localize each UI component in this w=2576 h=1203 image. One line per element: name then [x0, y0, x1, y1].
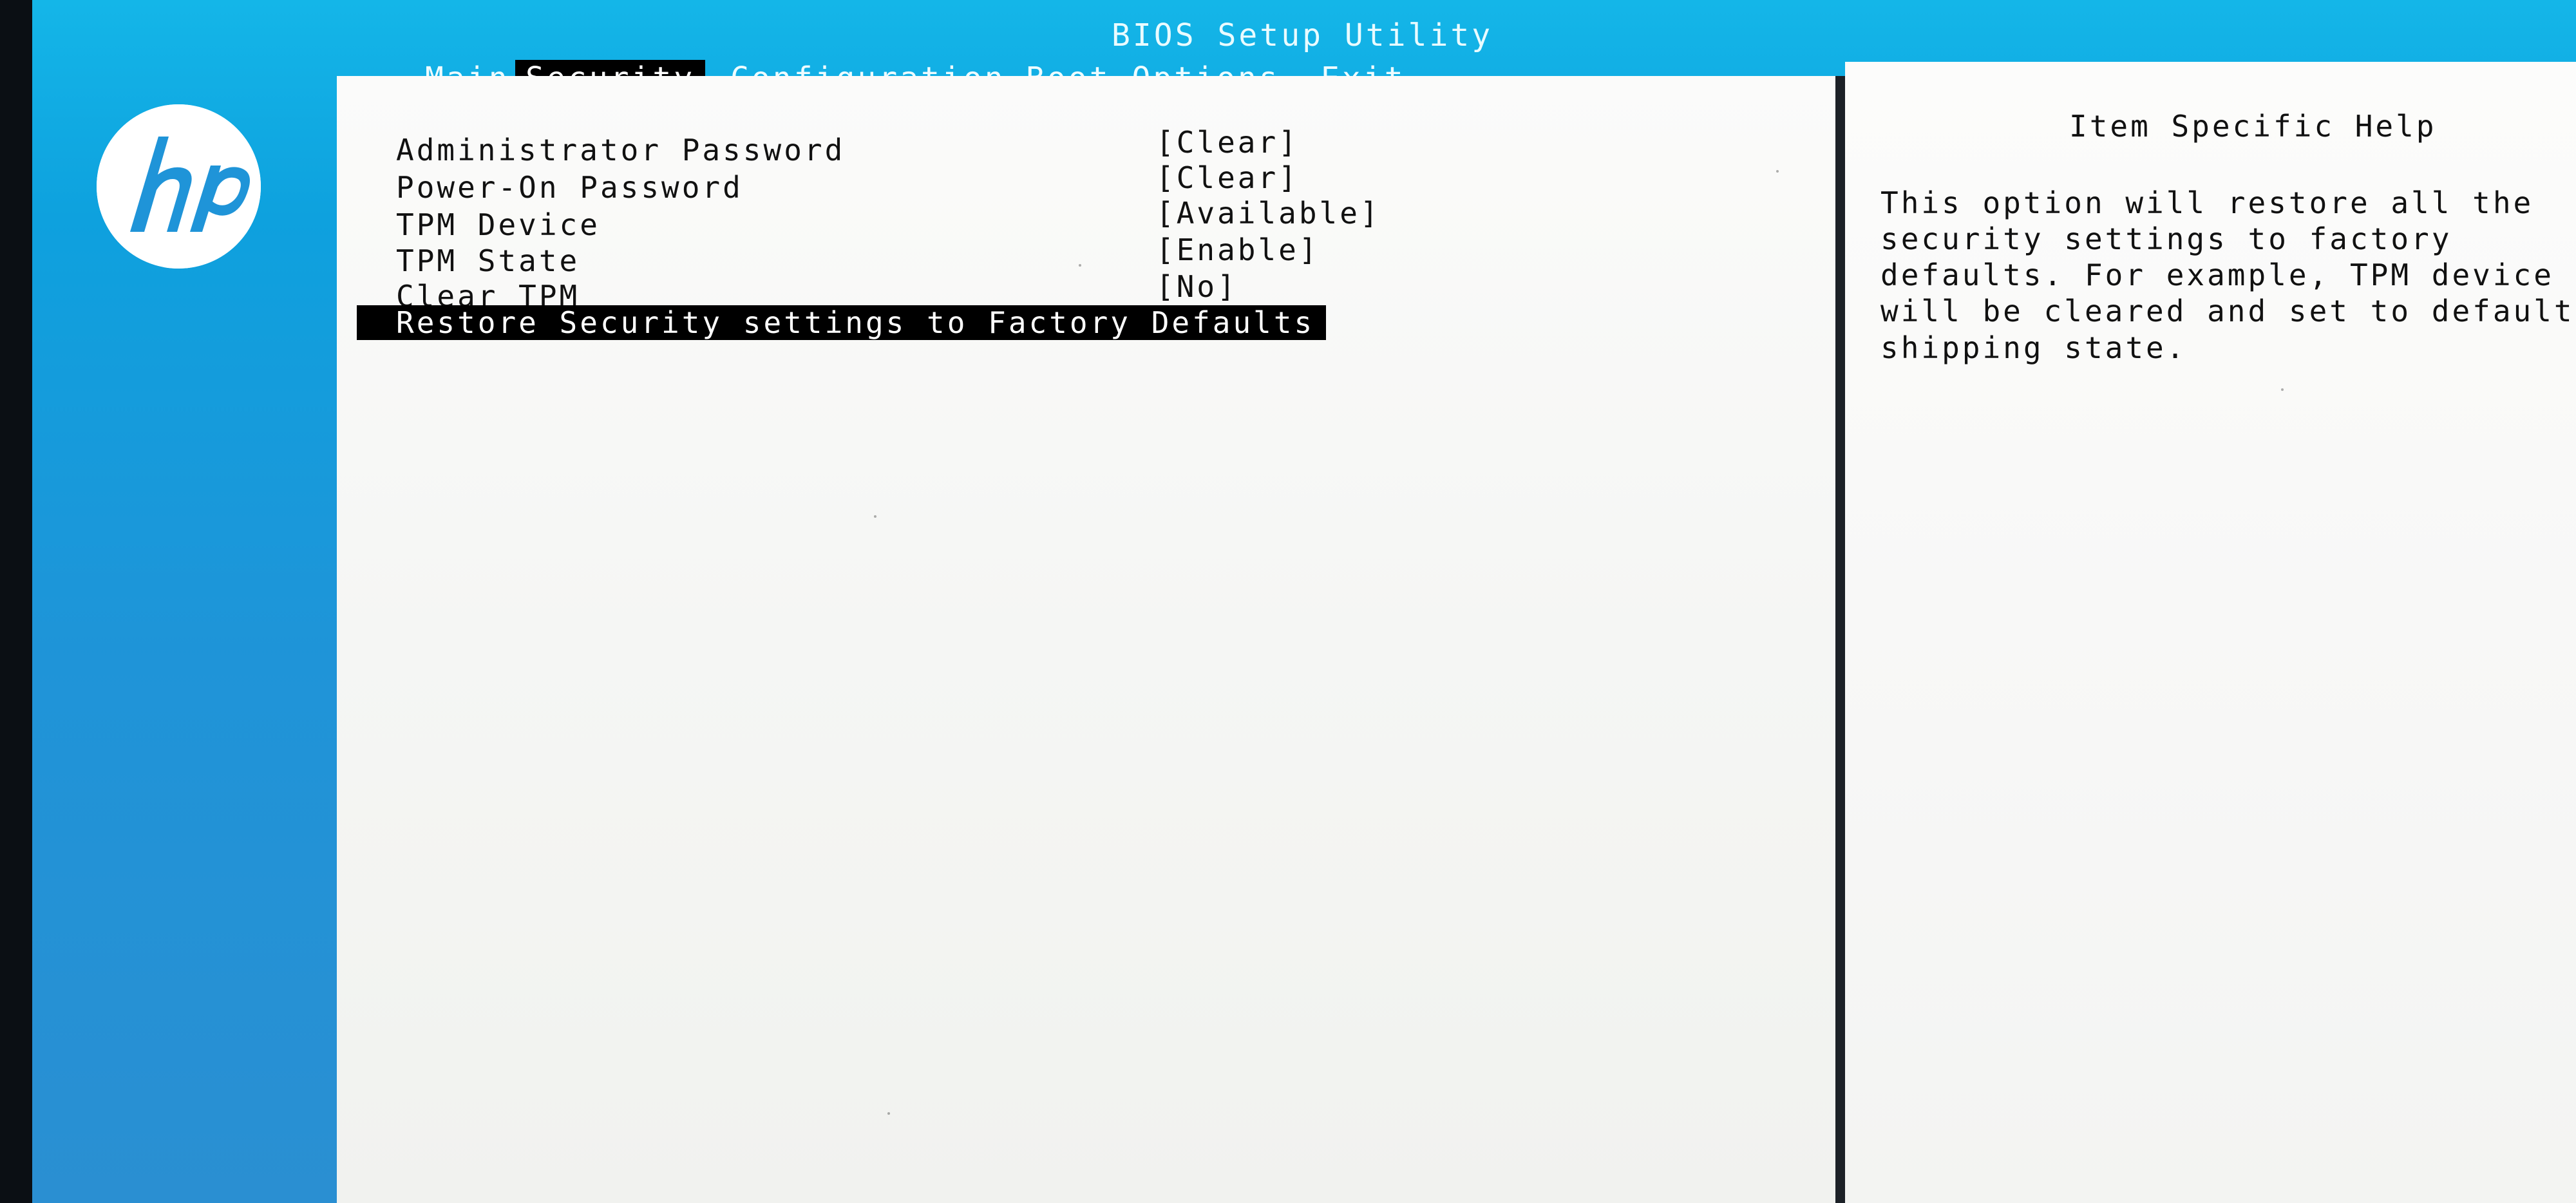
help-line-5: shipping state.: [1880, 330, 2187, 365]
menu-item-power-on-password[interactable]: Power-On Password: [396, 170, 847, 205]
bios-title: BIOS Setup Utility: [1112, 17, 1493, 53]
help-line-3: defaults. For example, TPM device: [1880, 258, 2554, 292]
value-tpm-state: [Enable]: [1156, 232, 1320, 267]
value-tpm-device: [Available]: [1156, 196, 1381, 231]
screen-speck-5: [887, 1112, 890, 1115]
menu-item-tpm-state[interactable]: TPM State: [396, 243, 686, 278]
screen-speck-4: [2281, 388, 2284, 391]
help-line-4: will be cleared and set to default: [1880, 294, 2575, 328]
screen-speck-1: [1079, 264, 1081, 267]
value-administrator-password: [Clear]: [1156, 125, 1299, 160]
screen-speck-2: [874, 515, 876, 518]
menu-item-tpm-device[interactable]: TPM Device: [396, 207, 699, 242]
menu-item-restore-security-defaults[interactable]: Restore Security settings to Factory Def…: [357, 305, 1326, 340]
help-line-1: This option will restore all the: [1880, 185, 2534, 220]
help-line-2: security settings to factory: [1880, 222, 2452, 256]
help-title: Item Specific Help: [2069, 109, 2437, 144]
screen-speck-3: [1776, 170, 1779, 173]
menu-item-administrator-password[interactable]: Administrator Password: [396, 133, 886, 167]
hp-logo: [97, 104, 261, 269]
value-power-on-password: [Clear]: [1156, 160, 1299, 195]
value-clear-tpm: [No]: [1156, 269, 1238, 304]
bios-screen: BIOS Setup Utility Main Security Configu…: [32, 0, 2576, 1203]
pane-divider: [1835, 76, 1845, 1203]
bezel-left: [0, 0, 32, 1203]
